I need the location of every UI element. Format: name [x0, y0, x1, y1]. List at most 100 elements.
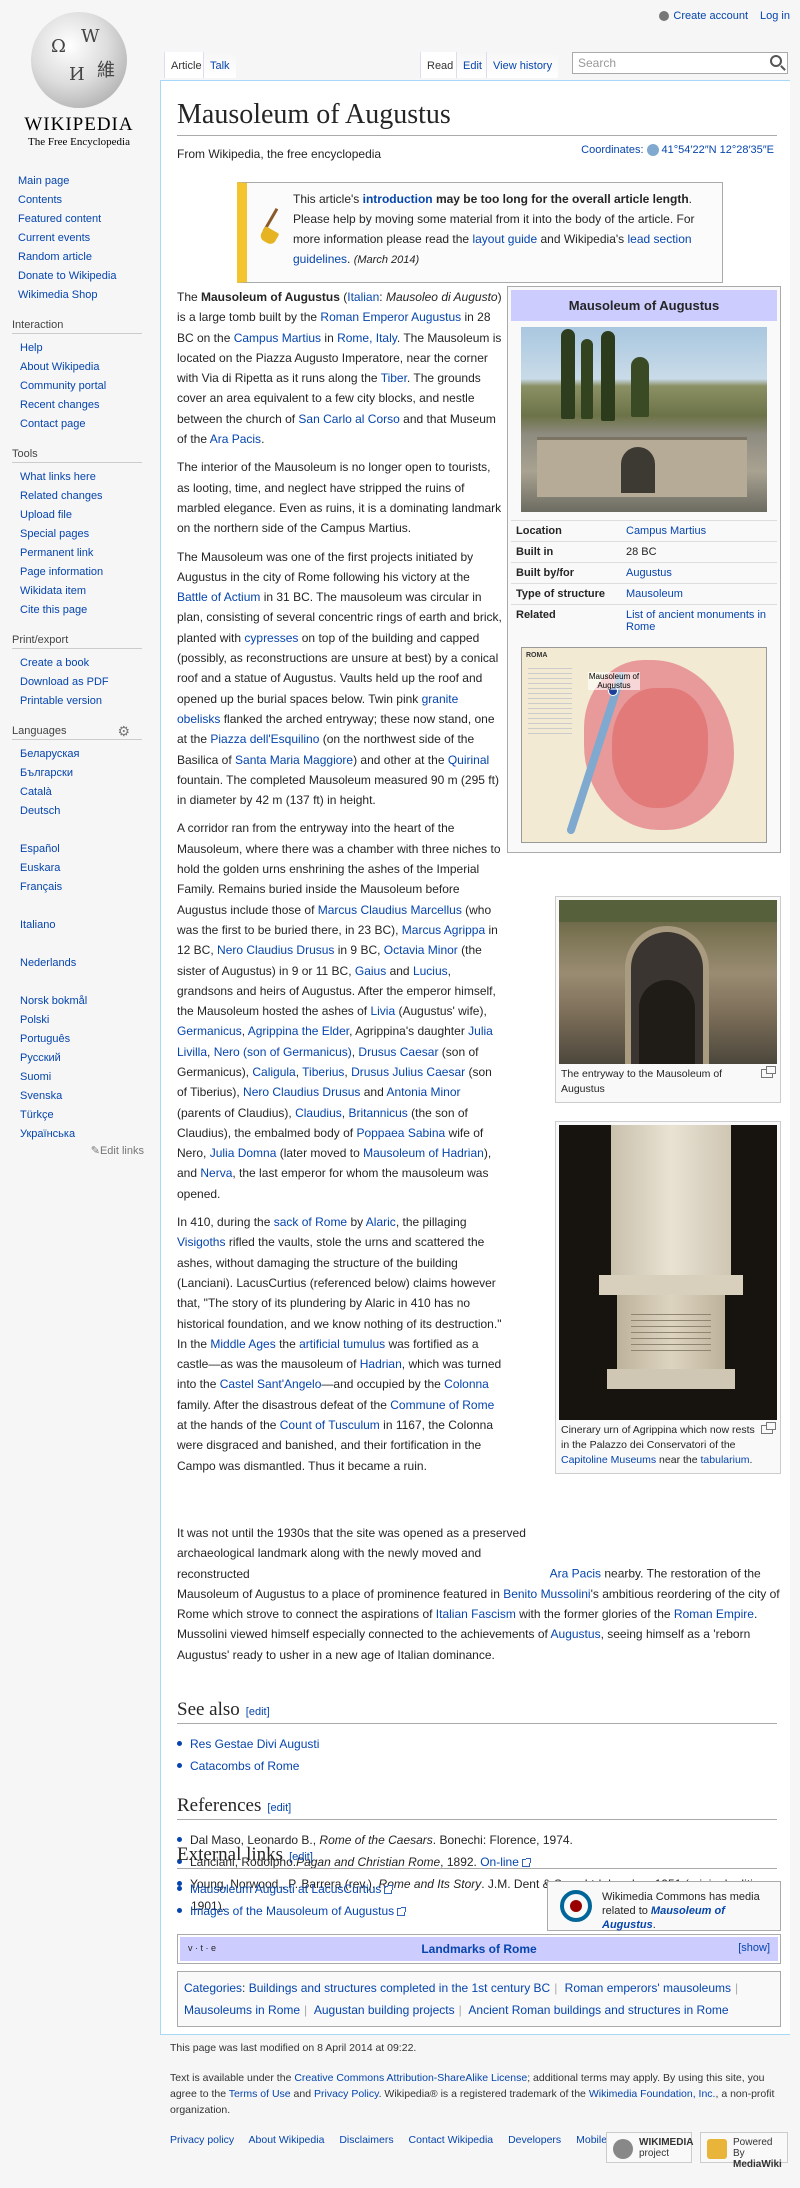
- enlarge-icon[interactable]: [761, 1066, 776, 1078]
- sidebar-item-contents[interactable]: Contents: [18, 194, 62, 206]
- edit-section-link[interactable]: [edit]: [289, 1851, 313, 1863]
- infobox-value[interactable]: List of ancient monuments in Rome: [626, 609, 766, 633]
- lang-link[interactable]: Português: [20, 1033, 70, 1045]
- footer-link[interactable]: Developers: [508, 2134, 561, 2146]
- lang-link[interactable]: Nederlands: [20, 957, 76, 969]
- footer-link[interactable]: Privacy policy: [170, 2134, 234, 2146]
- article-body-final: It was not until the 1930s that the site…: [177, 1526, 780, 1662]
- lang-link[interactable]: Suomi: [20, 1071, 51, 1083]
- terms-link[interactable]: Terms of Use: [229, 2088, 291, 2100]
- enlarge-icon[interactable]: [761, 1422, 776, 1434]
- wikimedia-project-badge[interactable]: WIKIMEDIA project: [606, 2132, 693, 2163]
- category-link[interactable]: Mausoleums in Rome: [184, 2003, 300, 2017]
- sidebar-item-create-book[interactable]: Create a book: [20, 657, 89, 669]
- sidebar-item-recent-changes[interactable]: Recent changes: [20, 399, 100, 411]
- lang-link[interactable]: Türkçe: [20, 1109, 54, 1121]
- sidebar-item-shop[interactable]: Wikimedia Shop: [18, 289, 97, 301]
- sidebar-item-what-links-here[interactable]: What links here: [20, 471, 96, 483]
- sidebar-item-about[interactable]: About Wikipedia: [20, 361, 100, 373]
- sidebar-item-special-pages[interactable]: Special pages: [20, 528, 89, 540]
- sidebar-item-featured-content[interactable]: Featured content: [18, 213, 101, 225]
- lang-link[interactable]: Polski: [20, 1014, 49, 1026]
- tab-article[interactable]: Article: [164, 52, 208, 78]
- lang-link[interactable]: Euskara: [20, 862, 60, 874]
- see-also-item[interactable]: Res Gestae Divi Augusti: [190, 1737, 319, 1751]
- lang-link[interactable]: Беларуская: [20, 748, 80, 760]
- lang-link[interactable]: Svenska: [20, 1090, 62, 1102]
- search-input[interactable]: Search: [572, 52, 788, 74]
- gear-icon[interactable]: ⚙: [117, 724, 130, 738]
- cc-license-link[interactable]: Creative Commons Attribution-ShareAlike …: [294, 2072, 527, 2084]
- footer-link[interactable]: Contact Wikipedia: [409, 2134, 494, 2146]
- lang-link[interactable]: Norsk bokmål: [20, 995, 87, 1007]
- license-text: Text is available under the Creative Com…: [170, 2072, 775, 2116]
- see-also-item[interactable]: Catacombs of Rome: [190, 1759, 299, 1773]
- sidebar-item-page-information[interactable]: Page information: [20, 566, 103, 578]
- tab-talk[interactable]: Talk: [203, 52, 236, 78]
- sidebar-item-community-portal[interactable]: Community portal: [20, 380, 106, 392]
- sidebar-item-contact-page[interactable]: Contact page: [20, 418, 85, 430]
- create-account-link[interactable]: Create account: [673, 10, 748, 22]
- sidebar-heading-interaction: Interaction: [12, 319, 142, 334]
- coordinates-label[interactable]: Coordinates:: [581, 144, 643, 156]
- sidebar-item-help[interactable]: Help: [20, 342, 43, 354]
- coordinates-link[interactable]: 41°54′22″N 12°28′35″E: [662, 144, 774, 156]
- category-link[interactable]: Roman emperors' mausoleums: [565, 1981, 731, 1995]
- infobox-value[interactable]: Augustus: [626, 567, 672, 579]
- edit-links[interactable]: ✎Edit links: [12, 1144, 144, 1157]
- navbox-title[interactable]: Landmarks of Rome: [421, 1942, 536, 1956]
- entryway-photo[interactable]: [559, 900, 777, 1064]
- powered-by-mediawiki-badge[interactable]: Powered By MediaWiki: [700, 2132, 788, 2170]
- edit-section-link[interactable]: [edit]: [246, 1706, 270, 1718]
- privacy-link[interactable]: Privacy Policy: [314, 2088, 379, 2100]
- tab-read[interactable]: Read: [420, 52, 460, 78]
- navbox-vte-links[interactable]: v · t · e: [188, 1943, 216, 1953]
- infobox-value[interactable]: Campus Martius: [626, 525, 706, 537]
- sidebar-item-printable-version[interactable]: Printable version: [20, 695, 102, 707]
- footer-link[interactable]: Disclaimers: [339, 2134, 393, 2146]
- sidebar-item-permanent-link[interactable]: Permanent link: [20, 547, 93, 559]
- lang-link[interactable]: Українська: [20, 1128, 75, 1140]
- location-map[interactable]: ROMA Mausoleum of Augustus: [521, 647, 767, 843]
- sidebar-item-wikidata-item[interactable]: Wikidata item: [20, 585, 86, 597]
- lang-link[interactable]: Català: [20, 786, 52, 798]
- tab-view-history[interactable]: View history: [486, 52, 559, 78]
- lang-link[interactable]: Deutsch: [20, 805, 60, 817]
- infobox-value[interactable]: Mausoleum: [626, 588, 683, 600]
- lang-link[interactable]: Русский: [20, 1052, 61, 1064]
- sidebar-item-donate[interactable]: Donate to Wikipedia: [18, 270, 116, 282]
- sidebar-item-related-changes[interactable]: Related changes: [20, 490, 103, 502]
- external-link[interactable]: Mausoleum Augusti at LacusCurtius: [190, 1882, 381, 1896]
- urn-photo[interactable]: [559, 1125, 777, 1420]
- thumbnail-entryway: The entryway to the Mausoleum of Augustu…: [555, 896, 781, 1103]
- lang-link[interactable]: Italiano: [20, 919, 55, 931]
- category-link[interactable]: Ancient Roman buildings and structures i…: [468, 2003, 728, 2017]
- wikipedia-logo[interactable]: ΩWИ維 WIKIPEDIA The Free Encyclopedia: [14, 12, 144, 157]
- lang-link[interactable]: Български: [20, 767, 73, 779]
- sidebar-item-main-page[interactable]: Main page: [18, 175, 69, 187]
- layout-guide-link[interactable]: layout guide: [472, 232, 537, 246]
- mausoleum-photo[interactable]: [521, 327, 767, 512]
- footer-link[interactable]: About Wikipedia: [249, 2134, 325, 2146]
- edit-section-link[interactable]: [edit]: [267, 1802, 291, 1814]
- introduction-link[interactable]: introduction: [363, 192, 433, 206]
- tabularium-link[interactable]: tabularium: [701, 1454, 750, 1466]
- lang-link[interactable]: Español: [20, 843, 60, 855]
- external-link[interactable]: Images of the Mausoleum of Augustus: [190, 1904, 394, 1918]
- category-link[interactable]: Augustan building projects: [314, 2003, 455, 2017]
- sidebar-item-random-article[interactable]: Random article: [18, 251, 92, 263]
- sidebar-item-current-events[interactable]: Current events: [18, 232, 90, 244]
- sidebar-item-cite-this-page[interactable]: Cite this page: [20, 604, 87, 616]
- log-in-link[interactable]: Log in: [760, 10, 790, 22]
- categories-label[interactable]: Categories: [184, 1981, 242, 1995]
- navbox-show-toggle[interactable]: [show]: [738, 1942, 770, 1954]
- globe-icon[interactable]: [646, 144, 659, 157]
- sidebar-item-upload-file[interactable]: Upload file: [20, 509, 72, 521]
- search-icon[interactable]: [770, 55, 782, 67]
- sidebar-item-download-pdf[interactable]: Download as PDF: [20, 676, 109, 688]
- category-link[interactable]: Buildings and structures completed in th…: [249, 1981, 551, 1995]
- wmf-link[interactable]: Wikimedia Foundation, Inc.: [589, 2088, 716, 2100]
- tab-edit[interactable]: Edit: [456, 52, 488, 78]
- capitoline-museums-link[interactable]: Capitoline Museums: [561, 1454, 656, 1466]
- lang-link[interactable]: Français: [20, 881, 62, 893]
